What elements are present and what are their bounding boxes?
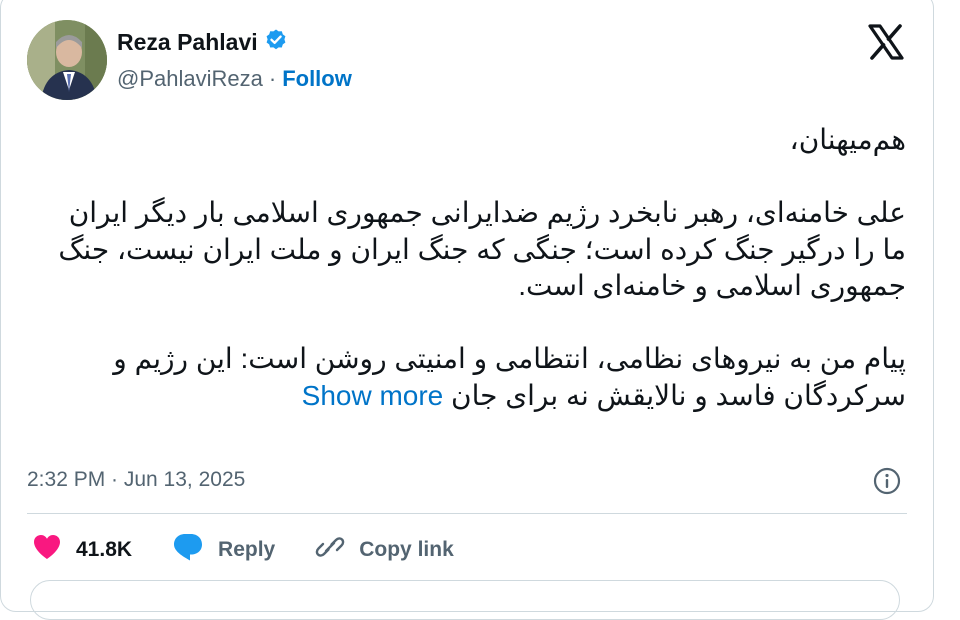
reply-label: Reply — [218, 538, 276, 561]
info-icon[interactable] — [872, 466, 902, 496]
divider — [27, 513, 907, 514]
author-row: Reza Pahlavi — [117, 28, 288, 57]
tweet-paragraph-2: پیام من به نیروهای نظامی، انتظامی و امنی… — [40, 341, 906, 414]
like-count: 41.8K — [76, 538, 133, 561]
handle-separator: · — [268, 66, 277, 91]
tweet-paragraph-1: علی خامنه‌ای، رهبر نابخرد رژیم ضدایرانی … — [58, 197, 906, 301]
avatar[interactable] — [27, 20, 107, 100]
reply-bubble-icon — [172, 532, 204, 568]
link-icon — [315, 532, 345, 568]
follow-button[interactable]: Follow — [282, 66, 352, 92]
author-handle[interactable]: @PahlaviReza — [117, 66, 263, 92]
copy-link-label: Copy link — [359, 538, 454, 561]
show-more-link[interactable]: Show more — [302, 380, 444, 411]
tweet-text: هم‌میهنان، علی خامنه‌ای، رهبر نابخرد رژی… — [40, 122, 906, 414]
tweet-greeting: هم‌میهنان، — [789, 124, 906, 155]
read-replies-button[interactable] — [30, 580, 900, 620]
verified-badge-icon — [264, 28, 288, 57]
copy-link-button[interactable]: Copy link — [315, 532, 454, 568]
tweet-paragraph-2-text: پیام من به نیروهای نظامی، انتظامی و امنی… — [113, 343, 906, 411]
heart-icon — [32, 533, 62, 567]
like-button[interactable]: 41.8K — [32, 533, 132, 567]
x-logo-icon[interactable] — [866, 22, 906, 62]
author-name[interactable]: Reza Pahlavi — [117, 29, 258, 56]
handle-row: @PahlaviReza · Follow — [117, 66, 352, 92]
reply-button[interactable]: Reply — [172, 532, 275, 568]
action-bar: 41.8K Reply Copy link — [32, 532, 494, 568]
tweet-timestamp[interactable]: 2:32 PM · Jun 13, 2025 — [27, 468, 245, 492]
